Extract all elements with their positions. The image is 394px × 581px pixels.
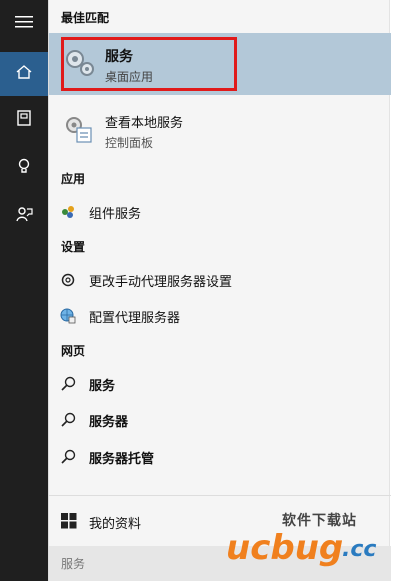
proxy-settings-label: 更改手动代理服务器设置 xyxy=(89,275,233,290)
apps-header: 应用 xyxy=(61,172,86,186)
control-panel-gear-icon xyxy=(63,114,95,150)
notebook-icon xyxy=(15,109,33,131)
search-icon xyxy=(59,411,77,429)
watermark-wordmark: ucbug xyxy=(226,528,344,568)
search-query: 服务 xyxy=(61,557,86,571)
web-result-label: 服务器 xyxy=(89,415,129,430)
configure-proxy-label: 配置代理服务器 xyxy=(89,311,181,326)
web-result-item[interactable]: 服务器 xyxy=(49,403,391,437)
internet-options-icon xyxy=(59,307,77,325)
lightbulb-button[interactable] xyxy=(0,146,48,190)
web-result-item[interactable]: 服务 xyxy=(49,367,391,401)
watermark-logo: 软件下载站 ucbug .cc xyxy=(226,508,390,580)
home-button[interactable] xyxy=(0,52,48,96)
configure-proxy-item[interactable]: 配置代理服务器 xyxy=(49,299,391,333)
menu-button[interactable] xyxy=(0,2,48,46)
start-left-rail xyxy=(0,0,48,581)
best-match-header: 最佳匹配 xyxy=(61,11,110,25)
windows-icon xyxy=(61,513,77,533)
search-icon xyxy=(59,448,77,466)
component-services-item[interactable]: 组件服务 xyxy=(49,195,391,229)
divider xyxy=(49,495,391,496)
proxy-settings-item[interactable]: 更改手动代理服务器设置 xyxy=(49,263,391,297)
component-services-icon xyxy=(59,203,77,221)
menu-icon xyxy=(14,14,34,34)
highlight-box xyxy=(61,37,237,91)
search-results-panel: 最佳匹配 服务 桌面应用 查看本地服务 控制面板 应用 组件服务 设置 更改手动… xyxy=(48,0,391,581)
web-result-item[interactable]: 服务器托管 xyxy=(49,440,391,474)
watermark-suffix: .cc xyxy=(342,537,377,562)
feedback-button[interactable] xyxy=(0,194,48,238)
home-icon xyxy=(15,63,33,85)
feedback-icon xyxy=(15,205,33,227)
lightbulb-icon xyxy=(15,157,33,179)
watermark-tagline: 软件下载站 xyxy=(282,513,357,529)
web-header: 网页 xyxy=(61,344,86,358)
settings-gear-icon xyxy=(59,271,77,289)
settings-header: 设置 xyxy=(61,240,86,254)
web-result-label: 服务 xyxy=(89,379,116,394)
web-result-label: 服务器托管 xyxy=(89,452,155,467)
local-services-subtitle: 控制面板 xyxy=(105,136,154,150)
best-match-item[interactable]: 服务 桌面应用 xyxy=(49,33,391,95)
notebook-button[interactable] xyxy=(0,98,48,142)
my-stuff-label: 我的资料 xyxy=(89,517,142,532)
component-services-label: 组件服务 xyxy=(89,207,142,222)
local-services-item[interactable] xyxy=(49,104,391,158)
local-services-title: 查看本地服务 xyxy=(105,116,184,131)
search-icon xyxy=(59,375,77,393)
